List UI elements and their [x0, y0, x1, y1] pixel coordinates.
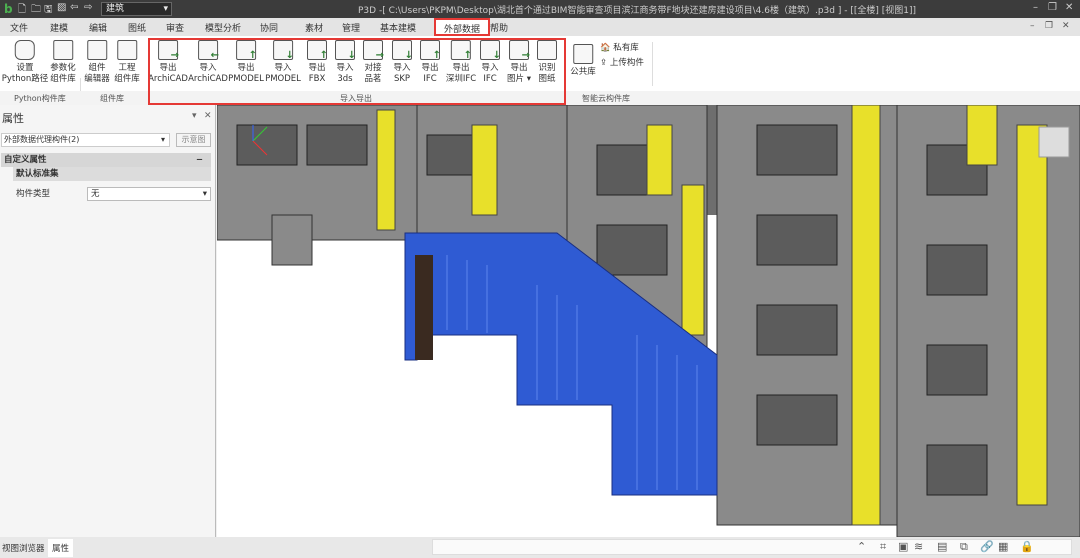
redo-icon[interactable]: ⇨ — [84, 2, 92, 13]
section-custom-properties[interactable]: 自定义属性 − — [1, 153, 211, 167]
menu-manage[interactable]: 管理 — [342, 21, 360, 34]
restore-button[interactable]: ❐ — [1048, 2, 1057, 13]
tab-view-browser[interactable]: 视图浏览器 — [2, 542, 45, 554]
menu-edit[interactable]: 编辑 — [89, 21, 107, 34]
snap-grid-icon[interactable]: ⌗ — [880, 540, 886, 554]
python-icon — [15, 40, 35, 60]
subsection-default-set: 默认标准集 — [13, 167, 211, 181]
group-label-cloud: 智能云构件库 — [582, 94, 630, 103]
upload-component-button[interactable]: ⇪ 上传构件 — [600, 56, 644, 68]
component-type-select[interactable]: 无 ▾ — [87, 187, 211, 201]
close-button[interactable]: ✕ — [1065, 2, 1073, 13]
window-title: P3D -[ C:\Users\PKPM\Desktop\湖北首个通过BIM智能… — [358, 6, 916, 16]
layers-icon[interactable]: ≋ — [914, 540, 923, 553]
panel-menu-icon[interactable]: ▾ — [192, 111, 197, 121]
chevron-up-icon[interactable]: ⌃ — [857, 540, 866, 553]
panel-close-icon[interactable]: ✕ — [204, 111, 212, 121]
public-library-button[interactable]: 公共库 — [570, 44, 596, 78]
3d-viewport[interactable] — [217, 105, 1080, 537]
group-label-component: 组件库 — [100, 94, 124, 103]
save-icon[interactable]: 🖫 — [44, 2, 53, 19]
command-input[interactable] — [432, 539, 1072, 555]
view-cube-icon[interactable] — [1038, 126, 1070, 158]
private-library-button[interactable]: 🏠 私有库 — [600, 41, 639, 53]
open-folder-icon[interactable]: 🗀 — [31, 2, 41, 19]
document-icon[interactable]: ▤ — [937, 540, 947, 553]
display-icon[interactable]: ▣ — [898, 540, 908, 553]
menu-file[interactable]: 文件 — [10, 21, 28, 34]
menu-basic-modeling[interactable]: 基本建模 — [380, 21, 416, 34]
ribbon-minimize-button[interactable]: – — [1030, 21, 1035, 31]
minimize-button[interactable]: – — [1033, 2, 1038, 13]
parametric-library-button[interactable]: 参数化 组件库 — [50, 40, 76, 85]
component-selector[interactable]: 外部数据代理构件(2) ▾ — [1, 133, 170, 147]
lock-icon[interactable]: 🔒 — [1020, 540, 1034, 553]
tab-properties[interactable]: 属性 — [48, 539, 74, 557]
ribbon-restore-button[interactable]: ❐ — [1045, 21, 1053, 31]
app-logo-icon: b — [4, 2, 13, 16]
menu-bar: 文件 建模 编辑 图纸 审查 模型分析 协同 素材 管理 基本建模 外部数据 帮… — [0, 18, 1080, 36]
view-type-select[interactable]: 建筑 ▾ — [101, 2, 172, 16]
component-edit-icon — [86, 40, 107, 60]
menu-review[interactable]: 审查 — [166, 21, 184, 34]
group-label-python: Python构件库 — [14, 94, 66, 103]
menu-external-data[interactable]: 外部数据 — [434, 18, 491, 36]
building-model — [217, 105, 1080, 537]
ribbon-close-button[interactable]: ✕ — [1062, 21, 1070, 31]
menu-collaboration[interactable]: 协同 — [260, 21, 278, 34]
import-export-highlight — [148, 38, 566, 105]
set-python-path-button[interactable]: 设置 Python路径 — [2, 40, 48, 85]
prop-label-component-type: 构件类型 — [16, 189, 51, 199]
title-bar: b 🗋 🗀 🖫 ▨ ⇦ ⇨ 建筑 ▾ P3D -[ C:\Users\PKPM\D… — [0, 0, 1080, 18]
diagram-button[interactable]: 示意图 — [176, 133, 211, 147]
menu-model-analysis[interactable]: 模型分析 — [205, 21, 241, 34]
menu-drawings[interactable]: 图纸 — [128, 21, 146, 34]
menu-materials[interactable]: 素材 — [305, 21, 323, 34]
panel-title: 属性 — [2, 112, 24, 125]
compare-icon[interactable]: ▦ — [998, 540, 1008, 553]
new-file-icon[interactable]: 🗋 — [18, 2, 26, 19]
link-icon[interactable]: 🔗 — [980, 540, 994, 553]
project-library-button[interactable]: 工程 组件库 — [114, 40, 140, 85]
properties-panel: 属性 ▾ ✕ 外部数据代理构件(2) ▾ 示意图 自定义属性 − 默认标准集 构件类… — [0, 105, 216, 537]
menu-modeling[interactable]: 建模 — [50, 21, 68, 34]
project-library-icon — [116, 40, 137, 60]
undo-icon[interactable]: ⇦ — [70, 2, 78, 13]
copy-icon[interactable]: ⧉ — [960, 540, 968, 554]
save-as-icon[interactable]: ▨ — [57, 2, 66, 13]
view-type-value: 建筑 — [106, 4, 125, 14]
box-icon — [52, 40, 73, 60]
menu-help[interactable]: 帮助 — [490, 21, 508, 34]
basket-icon — [572, 44, 593, 64]
component-editor-button[interactable]: 组件 编辑器 — [84, 40, 110, 85]
